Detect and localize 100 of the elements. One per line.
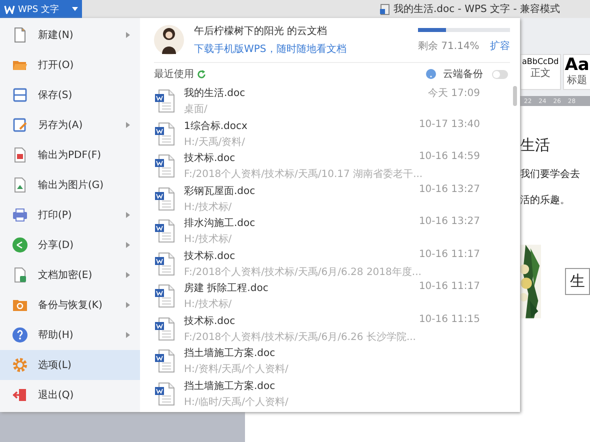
submenu-arrow-icon xyxy=(126,122,130,128)
file-name: 彩钢瓦屋面.doc xyxy=(184,184,256,198)
file-path: H:/资料/天禹/个人资料/ xyxy=(184,362,290,376)
backup-icon xyxy=(12,297,28,313)
submenu-arrow-icon xyxy=(126,332,130,338)
gear-icon xyxy=(12,357,28,373)
image-export-icon xyxy=(12,177,28,193)
avatar-icon xyxy=(154,24,184,56)
file-name: 房建 拆除工程.doc xyxy=(184,282,268,296)
submenu-arrow-icon xyxy=(126,242,130,248)
file-path: F:/2018个人资料/技术标/天禹/6月/6.28 2018年度... xyxy=(184,266,422,279)
recent-file[interactable]: 我的生活.doc 今天 17:09 桌面/ xyxy=(154,85,510,118)
file-name: 技术标.doc xyxy=(184,250,236,263)
submenu-arrow-icon xyxy=(126,32,130,38)
file-path: H:/技术标/ xyxy=(184,232,233,246)
storage-reading: 剩余 71.14% xyxy=(418,40,480,52)
file-path: H:/天禹/资料/ xyxy=(184,136,246,149)
file-time: 今天 17:09 xyxy=(428,87,480,100)
word-document-icon xyxy=(154,382,176,406)
recent-file[interactable]: 排水沟施工.doc 10-16 13:27 H:/技术标/ xyxy=(154,215,510,248)
help-icon[interactable] xyxy=(426,69,436,79)
submenu-arrow-icon xyxy=(126,212,130,218)
word-document-icon xyxy=(154,349,176,374)
save-as-icon xyxy=(12,117,28,133)
menu-item[interactable]: 选项(L) xyxy=(0,350,140,380)
scrollbar[interactable] xyxy=(513,86,517,106)
lock-document-icon xyxy=(12,267,28,283)
file-name: 我的生活.doc xyxy=(184,86,246,100)
word-document-icon xyxy=(154,89,176,114)
recent-file[interactable]: 彩钢瓦屋面.doc 10-16 13:27 H:/技术标/ xyxy=(154,182,510,215)
help-icon xyxy=(12,327,28,343)
printer-icon xyxy=(12,207,28,223)
wps-logo-icon xyxy=(4,4,15,14)
submenu-arrow-icon xyxy=(126,272,130,278)
file-path: F:/2018个人资料/技术标/天禹/10.17 湖南省委老干... xyxy=(184,168,424,182)
backup-label: 云端备份 xyxy=(443,68,483,81)
backup-toggle[interactable] xyxy=(492,70,508,78)
recent-title: 最近使用 xyxy=(154,68,194,81)
word-document-icon xyxy=(154,154,176,178)
file-time: 10-16 11:15 xyxy=(418,314,480,327)
document-heading: 生活 xyxy=(520,136,551,155)
recent-file[interactable]: 挡土墙施工方案.doc H:/临时/天禹/个人资料/ xyxy=(154,378,510,410)
menu-item[interactable]: 文档加密(E) xyxy=(0,260,140,290)
file-time: 10-16 11:17 xyxy=(418,248,480,262)
cloud-owner-text: 午后柠檬树下的阳光 的云文档 xyxy=(194,24,328,38)
menu-item[interactable]: 保存(S) xyxy=(0,80,140,110)
submenu-arrow-icon xyxy=(126,302,130,308)
file-path: 桌面/ xyxy=(184,102,208,116)
file-time: 10-16 13:27 xyxy=(418,184,480,197)
expand-link[interactable]: 扩容 xyxy=(490,38,510,52)
file-path: F:/2018个人资料/技术标/天禹/6月/6.26 长沙学院... xyxy=(184,330,417,344)
word-document-icon xyxy=(154,186,176,211)
file-name: 排水沟施工.doc xyxy=(184,216,256,230)
exit-icon xyxy=(12,387,28,403)
word-document-icon xyxy=(154,284,176,308)
text-box: 生 xyxy=(565,268,590,295)
menu-item[interactable]: 打开(O) xyxy=(0,50,140,80)
file-name: 技术标.doc xyxy=(184,152,236,166)
recent-file[interactable]: 技术标.doc 10-16 14:59 F:/2018个人资料/技术标/天禹/10.17 湖南省委老干... xyxy=(154,150,510,182)
share-icon xyxy=(12,237,28,253)
menu-item[interactable]: 输出为图片(G) xyxy=(0,170,140,200)
word-document-icon xyxy=(154,252,176,276)
pdf-export-icon xyxy=(12,147,28,163)
recent-file[interactable]: 1综合标.docx 10-17 13:40 H:/天禹/资料/ xyxy=(154,118,510,150)
file-time: 10-16 11:17 xyxy=(418,281,480,294)
file-name: 挡土墙施工方案.doc xyxy=(184,346,276,360)
file-time: 10-16 13:27 xyxy=(418,216,480,230)
menu-item[interactable]: 退出(Q) xyxy=(0,380,140,410)
menu-item[interactable]: 输出为PDF(F) xyxy=(0,140,140,170)
app-menu-button[interactable]: WPS 文字 xyxy=(0,0,82,18)
menu-item[interactable]: 另存为(A) xyxy=(0,110,140,140)
refresh-icon[interactable] xyxy=(197,70,206,78)
save-icon xyxy=(12,87,28,103)
document-paragraph: 我们要学会去 xyxy=(520,168,581,181)
style-preset[interactable]: Aa 标题 xyxy=(562,54,590,90)
file-name: 技术标.doc xyxy=(184,314,236,328)
file-name: 1综合标.docx xyxy=(184,120,248,133)
recent-file[interactable]: 房建 拆除工程.doc 10-16 11:17 H:/技术标/ xyxy=(154,280,510,312)
menu-item[interactable]: 新建(N) xyxy=(0,20,140,50)
menu-item[interactable]: 分享(D) xyxy=(0,230,140,260)
menu-item[interactable]: 备份与恢复(K) xyxy=(0,290,140,320)
recent-file[interactable]: 技术标.doc 10-16 11:15 F:/2018个人资料/技术标/天禹/6月/6.26 长沙学院... xyxy=(154,312,510,345)
window-title: 我的生活.doc - WPS 文字 - 兼容模式 xyxy=(393,2,560,16)
download-link[interactable]: 下载手机版WPS，随时随地看文档 xyxy=(194,42,408,56)
file-path: H:/技术标/ xyxy=(184,200,233,214)
recent-file[interactable]: 挡土墙施工方案.doc H:/资料/天禹/个人资料/ xyxy=(154,345,510,378)
caret-icon xyxy=(72,7,78,11)
document-paragraph: 活的乐趣。 xyxy=(520,194,571,207)
file-path: H:/技术标/ xyxy=(184,298,233,312)
file-name: 挡土墙施工方案.doc xyxy=(184,380,276,393)
recent-file[interactable]: 技术标.doc 10-16 11:17 F:/2018个人资料/技术标/天禹/6月/6.28 2018年度... xyxy=(154,248,510,280)
word-document-icon xyxy=(154,122,176,146)
menu-item[interactable]: 帮助(H) xyxy=(0,320,140,350)
document-icon xyxy=(380,4,390,14)
word-document-icon xyxy=(154,316,176,341)
style-preset[interactable]: aBbCcDd 正文 xyxy=(520,54,561,90)
new-document-icon xyxy=(12,27,28,43)
file-time: 10-16 14:59 xyxy=(418,151,480,164)
file-path: H:/临时/天禹/个人资料/ xyxy=(184,396,290,409)
menu-item[interactable]: 打印(P) xyxy=(0,200,140,230)
